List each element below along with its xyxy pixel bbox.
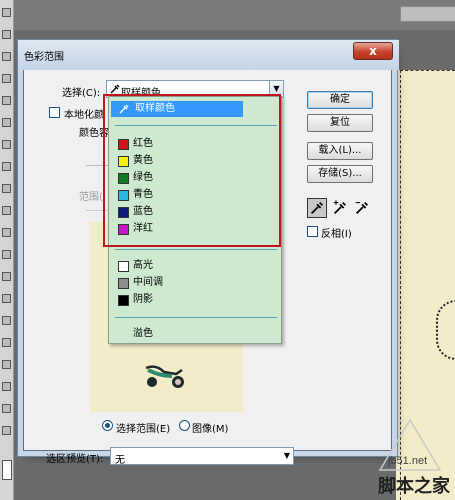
- selection-marquee: [436, 300, 455, 360]
- tool-icon[interactable]: [2, 382, 11, 391]
- options-bar: [14, 0, 455, 30]
- tool-icon[interactable]: [2, 404, 11, 413]
- image-radio[interactable]: [179, 420, 190, 431]
- save-button[interactable]: 存储(S)...: [307, 165, 373, 183]
- image-radio-label: 图像(M): [192, 424, 229, 435]
- select-label: 选择(C):: [62, 88, 101, 99]
- tools-panel: [0, 0, 14, 500]
- tool-icon[interactable]: [2, 162, 11, 171]
- selection-radio[interactable]: [102, 420, 113, 431]
- invert-label: 反相(I): [321, 229, 352, 240]
- localize-label: 本地化颜: [64, 110, 104, 121]
- tool-icon[interactable]: [2, 184, 11, 193]
- selection-preview-value: 无: [115, 455, 125, 466]
- tool-icon[interactable]: [2, 426, 11, 435]
- selection-preview-label: 选区预览(T):: [46, 454, 104, 465]
- watermark-url: jb51.net: [388, 455, 428, 467]
- dialog-titlebar[interactable]: 色彩范围 x: [18, 40, 399, 70]
- menu-item-label: 中间调: [133, 277, 163, 288]
- menu-separator: [115, 317, 277, 318]
- selection-preview-select[interactable]: 无 ▼: [110, 447, 294, 466]
- color-swatch-icon[interactable]: [2, 460, 12, 480]
- subtract-from-sample-button[interactable]: [352, 198, 372, 218]
- ruler: [400, 6, 455, 22]
- tool-icon[interactable]: [2, 8, 11, 17]
- ok-button[interactable]: 确定: [307, 91, 373, 109]
- highlight-frame: [103, 94, 281, 247]
- menu-item-out-of-gamut[interactable]: 溢色: [109, 326, 281, 342]
- menu-separator: [115, 249, 277, 250]
- selection-radio-label: 选择范围(E): [116, 424, 171, 435]
- tool-icon[interactable]: [2, 338, 11, 347]
- localize-checkbox[interactable]: [49, 107, 60, 118]
- invert-checkbox[interactable]: [307, 226, 318, 237]
- scooter-thumbnail: [145, 365, 184, 388]
- eyedropper-tool-button[interactable]: [307, 198, 327, 218]
- tool-icon[interactable]: [2, 294, 11, 303]
- load-button[interactable]: 载入(L)...: [307, 142, 373, 160]
- tool-icon[interactable]: [2, 96, 11, 105]
- black-swatch-icon: [118, 295, 129, 306]
- gray-swatch-icon: [118, 278, 129, 289]
- menu-item-label: 阴影: [133, 294, 153, 305]
- chevron-down-icon[interactable]: ▼: [281, 448, 293, 464]
- tool-icon[interactable]: [2, 360, 11, 369]
- range-label: 范围(: [79, 192, 103, 203]
- eyedropper-icon: [110, 84, 120, 94]
- eyedropper-plus-icon: [333, 200, 347, 215]
- tool-icon[interactable]: [2, 74, 11, 83]
- tool-icon[interactable]: [2, 316, 11, 325]
- eyedropper-icon: [310, 201, 324, 215]
- menu-item-shadows[interactable]: 阴影: [109, 292, 281, 308]
- tool-icon[interactable]: [2, 250, 11, 259]
- watermark-text: 脚本之家: [378, 476, 450, 497]
- dialog-title: 色彩范围: [24, 52, 64, 63]
- menu-item-midtones[interactable]: 中间调: [109, 275, 281, 291]
- menu-item-label: 溢色: [133, 328, 153, 339]
- tool-icon[interactable]: [2, 118, 11, 127]
- add-to-sample-button[interactable]: [330, 198, 350, 218]
- menu-item-label: 高光: [133, 260, 153, 271]
- tool-icon[interactable]: [2, 140, 11, 149]
- menu-item-highlights[interactable]: 高光: [109, 258, 281, 274]
- eyedropper-minus-icon: [355, 201, 369, 215]
- tool-icon[interactable]: [2, 228, 11, 237]
- tool-icon[interactable]: [2, 206, 11, 215]
- tool-icon[interactable]: [2, 272, 11, 281]
- close-button[interactable]: x: [353, 42, 393, 60]
- tool-icon[interactable]: [2, 30, 11, 39]
- reset-button[interactable]: 复位: [307, 114, 373, 132]
- tool-icon[interactable]: [2, 52, 11, 61]
- white-swatch-icon: [118, 261, 129, 272]
